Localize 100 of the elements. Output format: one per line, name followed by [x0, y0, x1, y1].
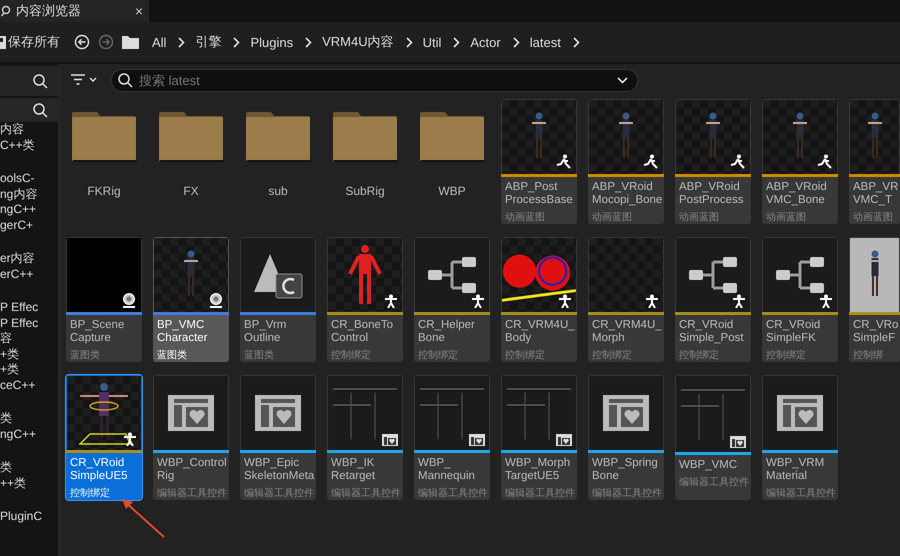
- breadcrumb-item[interactable]: VRM4U内容: [322, 33, 394, 51]
- asset-type: 编辑器工具控件: [157, 486, 225, 500]
- search-icon: [33, 102, 48, 118]
- sidebar-item[interactable]: ng内容: [0, 186, 58, 202]
- dropdown-caret-icon[interactable]: [617, 76, 628, 84]
- breadcrumb-item[interactable]: Plugins: [250, 34, 294, 50]
- asset-name: BP_Scene Capture: [70, 319, 126, 345]
- sidebar-item[interactable]: ngC++: [0, 426, 58, 442]
- sidebar-item[interactable]: 容: [0, 331, 58, 346]
- chevron-icon[interactable]: [453, 36, 460, 48]
- asset-tile[interactable]: BP_VMC Character 蓝图类: [153, 237, 229, 362]
- asset-type: 编辑器工具控件: [766, 486, 834, 500]
- sidebar-item[interactable]: erC++: [0, 266, 58, 282]
- chevron-icon[interactable]: [233, 36, 240, 48]
- sidebar-item[interactable]: +类: [0, 362, 58, 378]
- asset-tile[interactable]: CR_Helper Bone 控制绑定: [414, 237, 490, 362]
- filter-icon[interactable]: [71, 74, 97, 86]
- asset-name: WBP_VRM Material: [766, 457, 826, 483]
- heart-panel-icon: [382, 434, 398, 446]
- asset-tile[interactable]: CR_VRoid SimpleUE5 控制绑定: [66, 375, 142, 500]
- sidebar-item[interactable]: +类: [0, 346, 58, 362]
- asset-tile[interactable]: ABP_Post ProcessBase 动画蓝图: [501, 99, 577, 224]
- sidebar-item[interactable]: er内容: [0, 251, 58, 266]
- folder-icon[interactable]: [71, 112, 137, 162]
- node-graph-icon: [689, 257, 737, 294]
- sidebar-search-field[interactable]: [0, 66, 58, 96]
- asset-name: CR_VRo SimpleF: [853, 319, 896, 345]
- asset-type: 编辑器工具控件: [679, 476, 747, 489]
- sidebar-item[interactable]: C++类: [0, 138, 58, 153]
- asset-tile[interactable]: CR_BoneTo Control 控制绑定: [327, 237, 403, 362]
- rig-figure-drawing: [348, 244, 382, 306]
- asset-tile[interactable]: WBP_VRM Material 编辑器工具控件: [762, 375, 838, 500]
- asset-name: WBP_VMC: [679, 459, 738, 472]
- heart-panel-icon: [603, 395, 649, 432]
- asset-type: 编辑器工具控件: [505, 486, 573, 500]
- heart-panel-icon: [469, 434, 485, 446]
- asset-name: CR_VRM4U_ Body: [505, 319, 573, 345]
- search-field[interactable]: 搜索 latest: [111, 68, 638, 92]
- breadcrumb-item[interactable]: All: [152, 34, 166, 50]
- sidebar-item[interactable]: PluginC: [0, 509, 58, 524]
- asset-tile[interactable]: ABP_VRoid PostProcess 动画蓝图: [675, 99, 751, 224]
- forward-icon[interactable]: [98, 34, 114, 50]
- asset-name: CR_VRoid SimpleUE5: [70, 457, 129, 483]
- folder-icon[interactable]: [332, 112, 398, 162]
- sidebar-item[interactable]: P Effec: [0, 316, 58, 331]
- folder-icon[interactable]: [158, 112, 224, 162]
- asset-type: 动画蓝图: [679, 210, 720, 224]
- save-all-button[interactable]: 保存所有: [0, 33, 74, 51]
- sidebar-item[interactable]: 类: [0, 411, 58, 426]
- chevron-icon[interactable]: [178, 36, 186, 48]
- chevron-icon[interactable]: [512, 36, 520, 48]
- asset-tile[interactable]: WBP_ Mannequin 编辑器工具控件: [414, 375, 490, 500]
- asset-type: 动画蓝图: [766, 210, 807, 224]
- folder-icon[interactable]: [245, 112, 311, 162]
- sidebar-item[interactable]: P Effec: [0, 300, 58, 316]
- asset-tile[interactable]: BP_Vrm Outline 蓝图类: [240, 237, 316, 362]
- asset-tile[interactable]: CR_VRM4U_ Body 控制绑定: [501, 237, 577, 362]
- person-icon: [384, 294, 398, 308]
- sidebar-item[interactable]: ngC++: [0, 202, 58, 218]
- asset-name: WBP_Spring Bone: [592, 457, 659, 483]
- asset-name: CR_BoneTo Control: [331, 319, 394, 345]
- node-graph-icon: [428, 257, 476, 294]
- breadcrumb-item[interactable]: latest: [530, 34, 561, 50]
- asset-type: 动画蓝图: [853, 210, 894, 224]
- breadcrumb-item[interactable]: Actor: [470, 34, 501, 50]
- asset-tile[interactable]: WBP_Spring Bone 编辑器工具控件: [588, 375, 664, 500]
- asset-tile[interactable]: WBP_Control Rig 编辑器工具控件: [153, 375, 229, 500]
- asset-name: ABP_VRoid Mocopi_Bone: [592, 181, 660, 207]
- chevron-icon[interactable]: [572, 36, 580, 48]
- folder-name: WBP: [438, 184, 466, 198]
- close-button[interactable]: ×: [134, 3, 143, 19]
- asset-tile[interactable]: WBP_Epic SkeletonMeta 编辑器工具控件: [240, 375, 316, 500]
- sidebar-item[interactable]: 内容: [0, 122, 58, 138]
- asset-tile[interactable]: CR_VRoid SimpleFK 控制绑定: [762, 237, 838, 362]
- asset-tile[interactable]: WBP_VMC 编辑器工具控件: [675, 375, 751, 500]
- sidebar-item[interactable]: ++类: [0, 476, 58, 491]
- asset-tile[interactable]: CR_VRM4U_ Morph 控制绑定: [588, 237, 664, 362]
- chevron-icon[interactable]: [305, 36, 312, 48]
- asset-tile[interactable]: ABP_VR VMC_T 动画蓝图: [849, 99, 900, 224]
- asset-tile[interactable]: CR_VRoid Simple_Post 控制绑定: [675, 237, 751, 362]
- asset-tile[interactable]: WBP_Morph TargetUE5 编辑器工具控件: [501, 375, 577, 500]
- sidebar-search-field[interactable]: [0, 98, 58, 122]
- content-browser-tab[interactable]: 内容浏览器 ×: [0, 0, 149, 22]
- breadcrumb-item[interactable]: Util: [422, 34, 442, 50]
- node-graph-icon: [776, 257, 824, 294]
- breadcrumb-item[interactable]: 引擎: [195, 33, 222, 51]
- asset-tile[interactable]: WBP_IK Retarget 编辑器工具控件: [327, 375, 403, 500]
- sidebar-item[interactable]: 类: [0, 460, 58, 476]
- chevron-icon[interactable]: [406, 36, 413, 48]
- asset-tile[interactable]: ABP_VRoid VMC_Bone 动画蓝图: [762, 99, 838, 224]
- asset-name: ABP_Post ProcessBase: [505, 181, 573, 207]
- asset-type: 控制绑定: [418, 348, 459, 362]
- back-icon[interactable]: [74, 34, 90, 50]
- asset-tile[interactable]: BP_Scene Capture 蓝图类: [66, 237, 142, 362]
- sidebar-item[interactable]: oolsC-: [0, 171, 58, 186]
- sidebar-item[interactable]: ceC++: [0, 378, 58, 393]
- asset-tile[interactable]: ABP_VRoid Mocopi_Bone 动画蓝图: [588, 99, 664, 224]
- sidebar-item[interactable]: gerC+: [0, 218, 58, 233]
- asset-tile[interactable]: CR_VRo SimpleF 控制绑: [849, 237, 900, 362]
- folder-icon[interactable]: [419, 112, 485, 162]
